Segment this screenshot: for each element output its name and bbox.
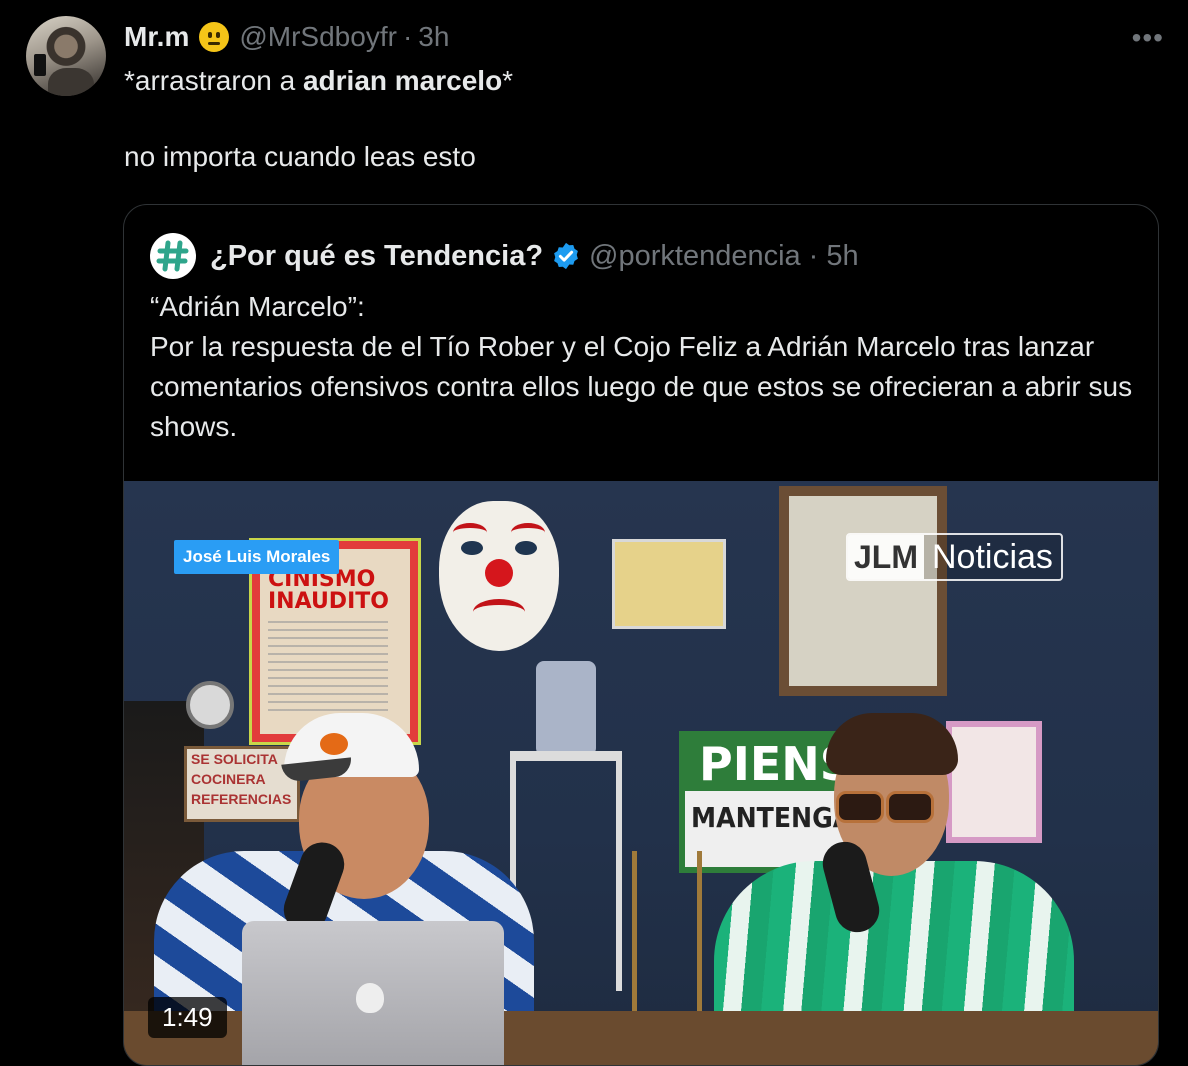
- video-player[interactable]: CINISMO INAUDITO JLM Noticias José Luis …: [124, 481, 1158, 1065]
- quoted-author-handle[interactable]: @porktendencia: [589, 240, 801, 273]
- sunglasses-icon: [836, 791, 934, 823]
- video-scene-frame: [779, 486, 947, 696]
- quoted-timestamp[interactable]: 5h: [826, 240, 858, 273]
- mask-brow: [453, 523, 487, 542]
- mask-nose: [485, 559, 513, 587]
- quoted-author-avatar[interactable]: [150, 233, 196, 279]
- quoted-tweet[interactable]: ¿Por qué es Tendencia? @porktendencia · …: [123, 204, 1159, 1066]
- tweet-text-prefix: *arrastraron a: [124, 65, 303, 96]
- mask-eye: [461, 541, 483, 555]
- quoted-tweet-text: “Adrián Marcelo”: Por la respuesta de el…: [150, 291, 1133, 442]
- tweet-text-suffix: *: [502, 65, 514, 96]
- video-scene-frame: [946, 721, 1042, 843]
- author-handle[interactable]: @MrSdboyfr: [239, 21, 397, 53]
- video-scene-frame: [612, 539, 726, 629]
- left-sign-line: REFERENCIAS: [191, 791, 292, 807]
- more-options-icon[interactable]: •••: [1132, 22, 1164, 54]
- tweet-text-line2: no importa cuando leas esto: [124, 141, 476, 172]
- avatar-phone: [34, 54, 46, 76]
- robot-figure: [536, 661, 596, 756]
- verified-badge-icon: [554, 242, 578, 270]
- video-scene-left-sign: SE SOLICITA COCINERA REFERENCIAS: [184, 746, 300, 822]
- poster-title: CINISMO INAUDITO: [268, 567, 389, 614]
- clown-mask-icon: [439, 501, 559, 651]
- clock-icon: [186, 681, 234, 729]
- cap-logo-icon: [320, 733, 348, 755]
- neutral-face-emoji-icon: [199, 22, 230, 52]
- hourglass-icon: [632, 851, 702, 1011]
- quoted-meta-separator: ·: [808, 239, 819, 272]
- tweet-timestamp[interactable]: 3h: [418, 21, 449, 53]
- quoted-author-name[interactable]: ¿Por qué es Tendencia?: [210, 240, 543, 273]
- avatar-figure: [48, 68, 94, 96]
- mask-mouth: [473, 599, 525, 625]
- laptop: [242, 921, 504, 1065]
- video-duration-badge: 1:49: [148, 997, 227, 1038]
- jlm-noticias-watermark: JLM Noticias: [846, 533, 1063, 581]
- brand-left: JLM: [848, 535, 924, 579]
- tweet-text-bold: adrian marcelo: [302, 65, 503, 96]
- poster-text-lines: [268, 621, 388, 711]
- tweet-header: Mr.m @MrSdboyfr · 3h: [124, 20, 449, 54]
- mask-eye: [515, 541, 537, 555]
- author-name[interactable]: Mr.m: [124, 21, 189, 53]
- tweet-text: *arrastraron a adrian marcelo* no import…: [124, 62, 513, 176]
- brand-right: Noticias: [924, 535, 1061, 579]
- name-tag: José Luis Morales: [174, 540, 340, 574]
- left-sign-line: COCINERA: [191, 771, 266, 787]
- mask-brow: [511, 523, 545, 542]
- meta-separator: ·: [402, 21, 413, 52]
- host-right-hair: [826, 713, 958, 775]
- sign-bottom-text: MANTENGA: [691, 801, 853, 834]
- hashtag-icon: [156, 240, 189, 272]
- author-avatar[interactable]: [26, 16, 106, 96]
- quoted-tweet-header: ¿Por qué es Tendencia? @porktendencia · …: [150, 233, 859, 279]
- apple-logo-icon: [356, 983, 384, 1013]
